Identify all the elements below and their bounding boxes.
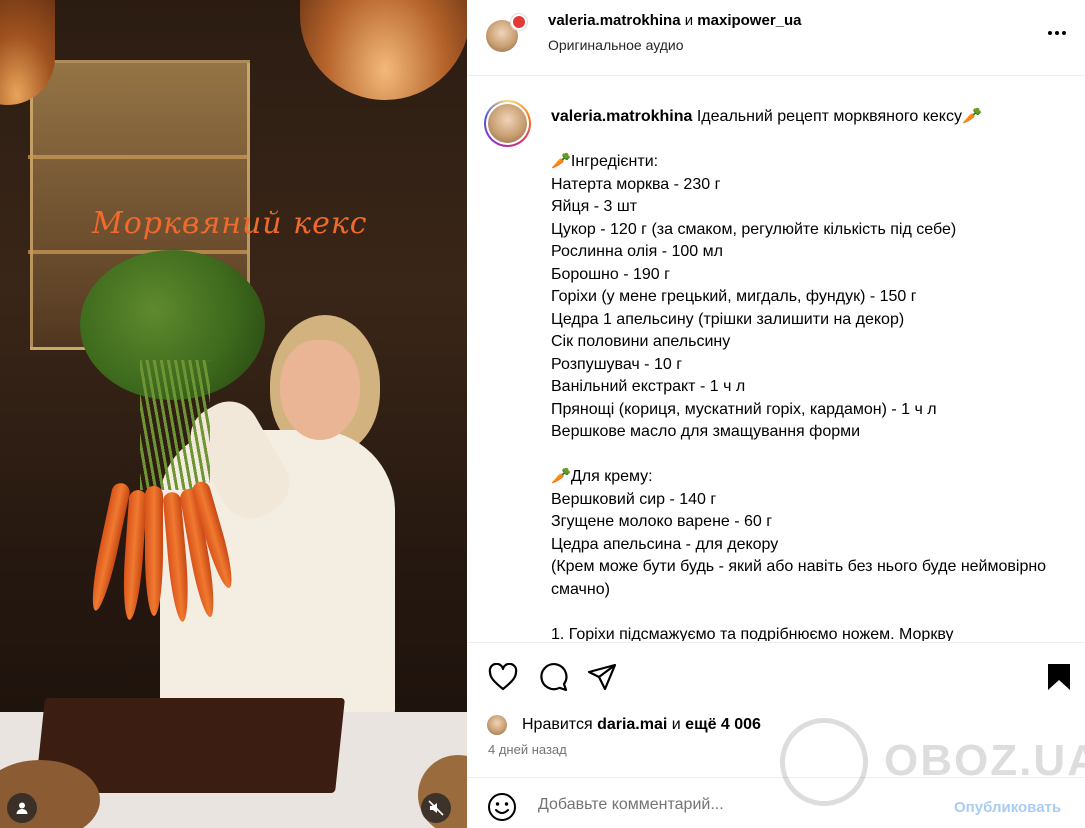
smiley-icon (488, 793, 516, 821)
avatar (487, 715, 507, 735)
comment-input[interactable] (538, 793, 938, 817)
ingredient-line: Рослинна олія - 100 мл (551, 243, 723, 260)
post-media[interactable]: Морквяний кекс (0, 0, 467, 828)
liker-avatar[interactable] (487, 713, 511, 737)
avatar-ring-inner (486, 102, 529, 145)
cream-line: (Крем може бути будь - який або навіть б… (551, 558, 1051, 598)
likes-conjunction: и (671, 716, 681, 733)
caption-author-avatar[interactable] (484, 100, 531, 147)
and-text: и (684, 12, 694, 29)
like-button[interactable] (487, 661, 519, 693)
heart-icon (488, 663, 518, 691)
tagged-users-button[interactable] (7, 793, 37, 823)
ingredient-line: Горіхи (у мене грецький, мигдаль, фундук… (551, 288, 917, 305)
mute-button[interactable] (421, 793, 451, 823)
author-username-link[interactable]: valeria.matrokhina (548, 12, 681, 29)
post-header: valeria.matrokhina и maxipower_ua Оригин… (467, 0, 1085, 76)
post-details-panel: valeria.matrokhina и maxipower_ua Оригин… (467, 0, 1085, 828)
ingredient-line: Цукор - 120 г (за смаком, регулюйте кіль… (551, 220, 957, 238)
more-horizontal-icon (1062, 31, 1066, 35)
caption-title: Ідеальний рецепт морквяного кексу🥕 (696, 108, 982, 125)
more-horizontal-icon (1048, 31, 1052, 35)
media-overlay-title: Морквяний кекс (92, 206, 368, 241)
caption-text: valeria.matrokhina Ідеальний рецепт морк… (551, 106, 1071, 641)
step-line: 1. Горіхи підсмажуємо та подрібнюємо нож… (551, 625, 954, 642)
user-icon (16, 802, 28, 814)
post-timestamp[interactable]: 4 дней назад (488, 742, 567, 757)
comment-button[interactable] (537, 661, 569, 693)
likes-count-link[interactable]: ещё 4 006 (685, 716, 761, 734)
post-actions: Нравится daria.mai и ещё 4 006 4 дней на… (467, 642, 1085, 777)
pendant-lamp (300, 0, 467, 100)
collaborator-username-link[interactable]: maxipower_ua (697, 12, 801, 29)
caption-author-link[interactable]: valeria.matrokhina (551, 108, 692, 125)
shelf (28, 250, 248, 254)
save-button[interactable] (1043, 661, 1075, 693)
share-button[interactable] (586, 661, 618, 693)
more-horizontal-icon (1055, 31, 1059, 35)
collaborator-badge[interactable] (510, 13, 528, 31)
ingredient-line: Натерта морква - 230 г (551, 175, 721, 193)
ingredients-heading: 🥕Інгредієнти: (551, 153, 659, 170)
cream-line: Цедра апельсина - для декору (551, 535, 779, 553)
person-face (280, 340, 360, 440)
more-options-button[interactable] (1044, 20, 1070, 46)
comment-icon (540, 663, 568, 692)
bookmark-icon (1048, 664, 1070, 690)
likes-summary: Нравится daria.mai и ещё 4 006 (487, 713, 761, 737)
ingredient-line: Сік половини апельсину (551, 333, 731, 350)
cream-heading: 🥕Для крему: (551, 468, 653, 485)
ingredient-line: Прянощі (кориця, мускатний горіх, кардам… (551, 400, 937, 418)
liker-username-link[interactable]: daria.mai (597, 716, 667, 734)
collaborator-avatar (513, 16, 525, 28)
carrot (145, 486, 163, 616)
carrot-stems (140, 360, 210, 490)
shelf (28, 155, 248, 159)
emoji-button[interactable] (487, 792, 517, 822)
cream-line: Вершковий сир - 140 г (551, 490, 717, 508)
ingredient-line: Борошно - 190 г (551, 265, 670, 283)
likes-prefix: Нравится (522, 716, 593, 733)
send-icon (587, 663, 617, 691)
publish-button[interactable]: Опубликовать (954, 799, 1061, 816)
original-audio-link[interactable]: Оригинальное аудио (548, 37, 684, 53)
cream-line: Згущене молоко варене - 60 г (551, 513, 773, 530)
avatar (488, 104, 527, 143)
ingredient-line: Цедра 1 апельсину (трішки залишити на де… (551, 310, 905, 328)
caption-scroll-area[interactable]: valeria.matrokhina Ідеальний рецепт морк… (467, 76, 1085, 641)
speaker-muted-icon (428, 800, 444, 816)
ingredient-line: Вершкове масло для змащування форми (551, 423, 861, 440)
comment-bar: Опубликовать (467, 777, 1085, 828)
ingredient-line: Яйця - 3 шт (551, 198, 638, 215)
ingredient-line: Розпушувач - 10 г (551, 355, 683, 373)
header-usernames: valeria.matrokhina и maxipower_ua (548, 12, 802, 29)
ingredient-line: Ванільний екстракт - 1 ч л (551, 378, 746, 395)
